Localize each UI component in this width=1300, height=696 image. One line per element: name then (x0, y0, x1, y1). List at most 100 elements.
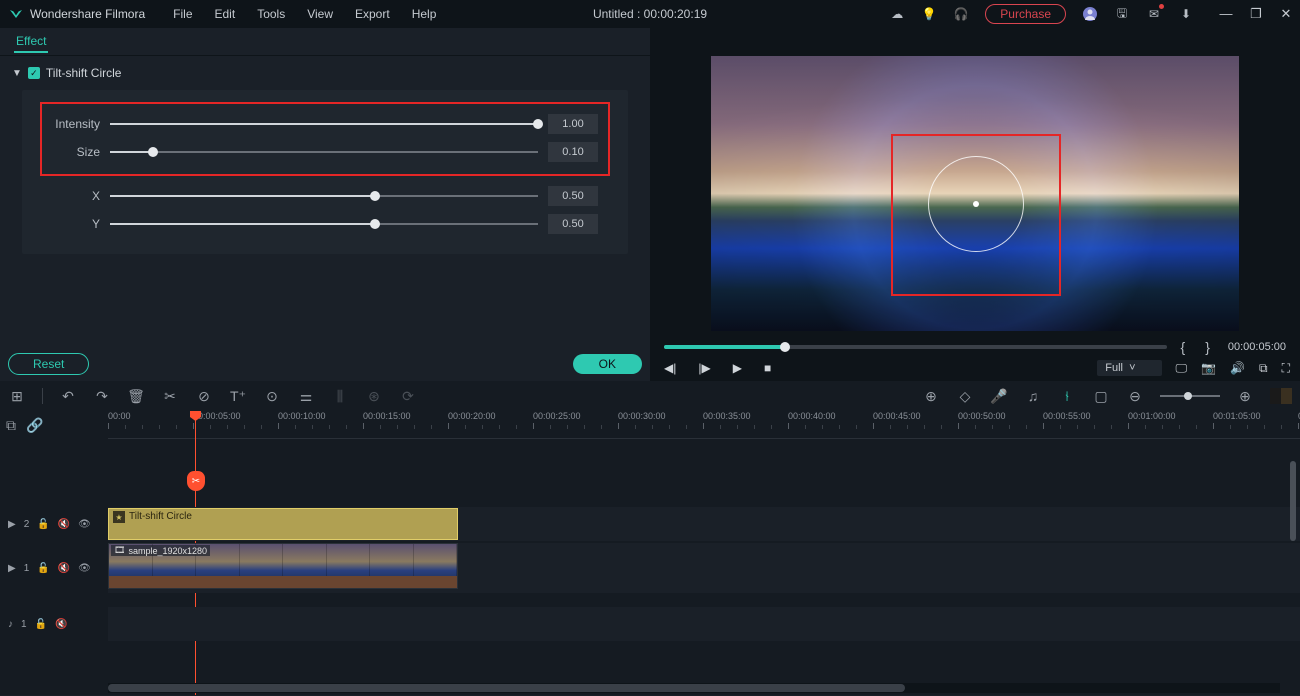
track-type-icon[interactable]: ♪ (8, 619, 13, 630)
text-icon[interactable]: T⁺ (229, 388, 247, 405)
refresh-icon[interactable]: ⟳ (399, 388, 417, 405)
bulb-icon[interactable]: 💡 (921, 6, 937, 22)
timeline-layers-icon[interactable]: ⧉ (6, 417, 16, 434)
x-value[interactable]: 0.50 (548, 186, 598, 206)
effect-enable-checkbox[interactable]: ✓ (28, 67, 40, 79)
download-icon[interactable]: ⬇ (1178, 6, 1194, 22)
effect-clip[interactable]: ★ Tilt-shift Circle (108, 508, 458, 540)
menu-file[interactable]: File (173, 7, 192, 21)
star-icon: ★ (113, 511, 125, 523)
mute-icon[interactable]: 🔇 (58, 563, 70, 574)
visibility-icon[interactable]: 👁 (78, 563, 91, 574)
record-icon[interactable]: ⊛ (365, 388, 383, 405)
intensity-slider[interactable] (110, 117, 538, 131)
crop-icon[interactable]: ▢ (1092, 388, 1110, 405)
mail-icon[interactable]: ✉ (1146, 6, 1162, 22)
film-icon: 🎞 (114, 545, 125, 556)
zoom-slider[interactable] (1160, 395, 1220, 397)
ruler-tick: 00:00:30:00 (618, 411, 666, 421)
highlight-box-params: Intensity 1.00 Size 0.10 (40, 102, 610, 176)
playback-scrubber[interactable] (664, 345, 1167, 349)
maximize-button[interactable]: ❐ (1248, 6, 1264, 22)
mark-out-button[interactable]: } (1199, 339, 1216, 355)
color-wheel-icon[interactable]: ⊕ (922, 388, 940, 405)
cloud-icon[interactable]: ☁ (889, 6, 905, 22)
lock-icon[interactable]: 🔓 (37, 519, 49, 530)
timeline-v-scrollbar[interactable] (1290, 461, 1298, 675)
visibility-icon[interactable]: 👁 (78, 519, 91, 530)
effect-section-header[interactable]: ▼ ✓ Tilt-shift Circle (0, 56, 650, 90)
size-slider[interactable] (110, 145, 538, 159)
prev-frame-button[interactable]: ◀| (664, 361, 676, 375)
effect-panel: Effect ▼ ✓ Tilt-shift Circle Intensity 1… (0, 28, 650, 381)
video-preview[interactable] (711, 56, 1239, 331)
adjust-icon[interactable]: ⚌ (297, 388, 315, 405)
y-slider[interactable] (110, 217, 538, 231)
save-icon[interactable]: 🖫 (1114, 6, 1130, 22)
zoom-out-icon[interactable]: ⊖ (1126, 388, 1144, 405)
zoom-in-icon[interactable]: ⊕ (1236, 388, 1254, 405)
mic-icon[interactable]: 🎤 (990, 388, 1008, 405)
ok-button[interactable]: OK (573, 354, 642, 374)
redo-icon[interactable]: ↷ (93, 388, 111, 405)
track-type-icon[interactable]: ▶ (8, 519, 16, 530)
menu-export[interactable]: Export (355, 7, 390, 21)
y-value[interactable]: 0.50 (548, 214, 598, 234)
cut-icon[interactable]: ✂ (161, 388, 179, 405)
effect-name: Tilt-shift Circle (46, 66, 122, 80)
stop-button[interactable]: ■ (764, 361, 771, 375)
preview-panel: { } 00:00:05:00 ◀| |▶ ▶ ■ Full ˅ 🖵 📷 🔊 ⧉… (650, 28, 1300, 381)
param-intensity: Intensity 1.00 (52, 110, 598, 138)
timeline-ruler[interactable]: 00:0000:00:05:0000:00:10:0000:00:15:0000… (108, 411, 1300, 439)
track-type-icon[interactable]: ▶ (8, 563, 16, 574)
video-clip[interactable]: 🎞sample_1920x1280 (108, 543, 458, 589)
menu-view[interactable]: View (307, 7, 333, 21)
headphones-icon[interactable]: 🎧 (953, 6, 969, 22)
fullscreen-icon[interactable]: ⛶ (1282, 361, 1290, 376)
mark-in-button[interactable]: { (1175, 339, 1192, 355)
pip-icon[interactable]: ⧉ (1259, 361, 1268, 376)
ruler-tick: 00:00:40:00 (788, 411, 836, 421)
menu-edit[interactable]: Edit (215, 7, 236, 21)
music-icon[interactable]: ♫ (1024, 388, 1042, 404)
lock-icon[interactable]: 🔓 (35, 619, 47, 630)
tag-icon[interactable]: ⊘ (195, 388, 213, 405)
play-button[interactable]: ▶ (733, 361, 742, 375)
menu-tools[interactable]: Tools (257, 7, 285, 21)
close-button[interactable]: ✕ (1278, 6, 1294, 22)
scope-icon[interactable] (1270, 388, 1292, 404)
next-frame-button[interactable]: |▶ (698, 361, 710, 375)
lock-icon[interactable]: 🔓 (37, 563, 49, 574)
purchase-button[interactable]: Purchase (985, 4, 1066, 24)
mute-icon[interactable]: 🔇 (55, 619, 67, 630)
monitor-icon[interactable]: 🖵 (1176, 361, 1188, 376)
effect-center-dot[interactable] (973, 201, 979, 207)
grid-icon[interactable]: ⊞ (8, 388, 26, 405)
marker-icon[interactable]: ◇ (956, 388, 974, 405)
ruler-tick: 00:00:55:00 (1043, 411, 1091, 421)
ruler-tick: 00:01:05:00 (1213, 411, 1261, 421)
scissors-icon[interactable]: ✂ (187, 471, 205, 491)
reset-button[interactable]: Reset (8, 353, 89, 375)
quality-select[interactable]: Full ˅ (1097, 360, 1161, 376)
intensity-value[interactable]: 1.00 (548, 114, 598, 134)
audio-track-head: ♪ 1 🔓 🔇 (0, 607, 108, 641)
delete-icon[interactable]: 🗑 (127, 388, 145, 405)
param-x: X 0.50 (40, 182, 610, 210)
mute-icon[interactable]: 🔇 (58, 519, 70, 530)
volume-icon[interactable]: 🔊 (1230, 361, 1245, 375)
snapshot-icon[interactable]: 📷 (1201, 361, 1216, 375)
speed-icon[interactable]: ⊙ (263, 388, 281, 405)
timeline-h-scrollbar[interactable] (108, 683, 1280, 693)
minimize-button[interactable]: — (1218, 6, 1234, 22)
tab-effect[interactable]: Effect (14, 30, 48, 53)
timeline-link-icon[interactable]: 🔗 (26, 417, 43, 434)
avatar-icon[interactable] (1082, 6, 1098, 22)
project-title: Untitled : 00:00:20:19 (593, 7, 707, 21)
undo-icon[interactable]: ↶ (59, 388, 77, 405)
magnet-icon[interactable]: ⫮ (1058, 388, 1076, 405)
audio-adjust-icon[interactable]: ⫼ (331, 388, 349, 405)
x-slider[interactable] (110, 189, 538, 203)
size-value[interactable]: 0.10 (548, 142, 598, 162)
menu-help[interactable]: Help (412, 7, 437, 21)
